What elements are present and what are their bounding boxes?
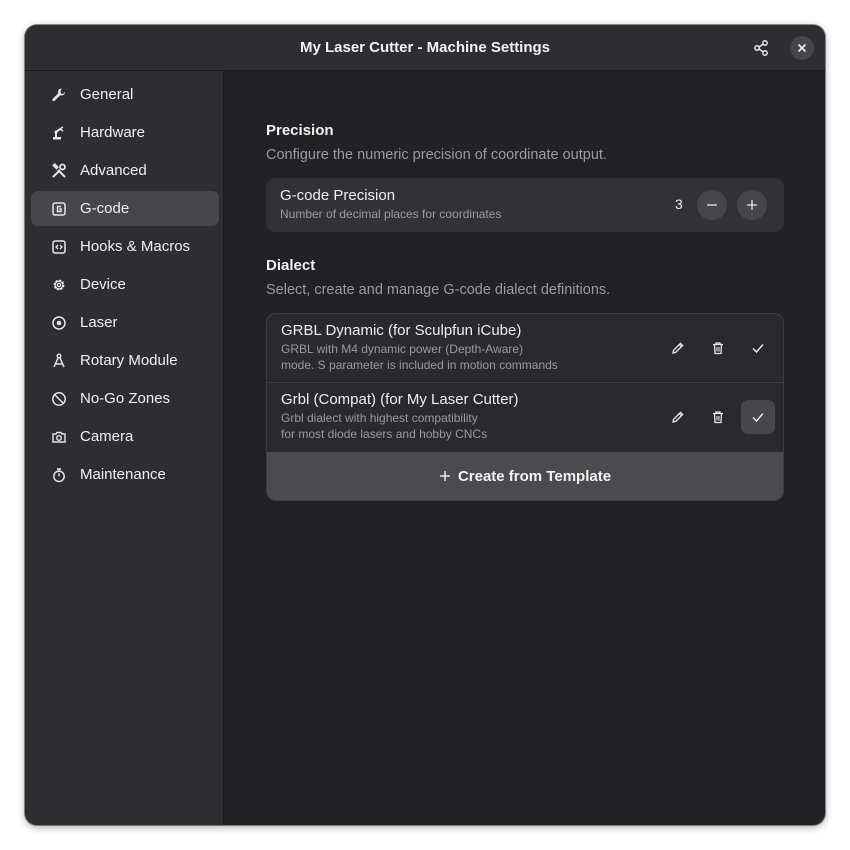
sidebar-item-label: Camera (80, 428, 134, 445)
camera-icon (51, 429, 67, 445)
gear-icon (51, 277, 67, 293)
g-box-icon (51, 201, 67, 217)
sidebar-item-hooks-macros[interactable]: Hooks & Macros (31, 229, 219, 264)
sidebar-item-maintenance[interactable]: Maintenance (31, 457, 219, 492)
dialect-name: GRBL Dynamic (for Sculpfun iCube) (281, 322, 522, 339)
dialect-list: GRBL Dynamic (for Sculpfun iCube) GRBL w… (266, 313, 784, 501)
sidebar-item-label: Hardware (80, 124, 146, 141)
share-icon (754, 40, 768, 56)
sidebar-item-no-go-zones[interactable]: No-Go Zones (31, 381, 219, 416)
settings-window: My Laser Cutter - Machine Settings Gener… (25, 25, 825, 825)
prohibited-icon (51, 391, 67, 407)
pencil-icon (672, 342, 684, 354)
precision-row: G-code Precision Number of decimal place… (266, 178, 784, 232)
robot-arm-icon (51, 125, 67, 141)
sidebar-item-laser[interactable]: Laser (31, 305, 219, 340)
sidebar-item-device[interactable]: Device (31, 267, 219, 302)
dialect-description: for most diode lasers and hobby CNCs (281, 427, 488, 441)
sidebar-item-general[interactable]: General (31, 77, 219, 112)
minus-icon (707, 204, 717, 206)
edit-button[interactable] (661, 331, 695, 365)
plus-icon (439, 471, 450, 481)
dialect-description: mode. S parameter is included in motion … (281, 358, 558, 372)
edit-button[interactable] (661, 400, 695, 434)
decrement-button[interactable] (697, 190, 727, 220)
delete-button[interactable] (701, 331, 735, 365)
precision-section-title: Precision (266, 122, 334, 139)
tools-icon (51, 162, 67, 179)
dialect-section-description: Select, create and manage G-code dialect… (266, 282, 611, 298)
precision-section-description: Configure the numeric precision of coord… (266, 147, 607, 163)
precision-row-title: G-code Precision (280, 187, 396, 204)
dialect-row[interactable]: GRBL Dynamic (for Sculpfun iCube) GRBL w… (267, 314, 783, 383)
wrench-icon (51, 87, 67, 103)
compass-icon (51, 353, 67, 369)
dialect-description: Grbl dialect with highest compatibility (281, 411, 478, 425)
title-bar: My Laser Cutter - Machine Settings (25, 25, 825, 71)
sidebar-item-hardware[interactable]: Hardware (31, 115, 219, 150)
sidebar-item-label: No-Go Zones (80, 390, 171, 407)
plus-icon (747, 200, 757, 210)
select-button-active[interactable] (741, 400, 775, 434)
increment-button[interactable] (737, 190, 767, 220)
stopwatch-icon (51, 467, 67, 483)
dialect-name: Grbl (Compat) (for My Laser Cutter) (281, 391, 519, 408)
sidebar-item-label: Rotary Module (80, 352, 178, 369)
sidebar: General Hardware Advanced G-code Hooks &… (25, 71, 224, 825)
sidebar-item-label: G-code (80, 200, 130, 217)
dialect-section-title: Dialect (266, 257, 316, 274)
code-box-icon (51, 239, 67, 255)
close-button[interactable] (790, 36, 814, 60)
sidebar-item-rotary-module[interactable]: Rotary Module (31, 343, 219, 378)
checkmark-icon (752, 344, 764, 354)
target-icon (51, 315, 67, 331)
share-button[interactable] (749, 36, 773, 60)
create-from-template-label: Create from Template (457, 467, 612, 485)
dialect-description: GRBL with M4 dynamic power (Depth-Aware) (281, 342, 524, 356)
delete-button[interactable] (701, 400, 735, 434)
sidebar-item-label: Hooks & Macros (80, 238, 191, 255)
sidebar-item-label: Maintenance (80, 466, 166, 483)
trash-icon (713, 342, 723, 355)
sidebar-item-label: General (80, 86, 134, 103)
precision-value: 3 (675, 196, 683, 212)
close-icon (797, 43, 807, 53)
pencil-icon (672, 411, 684, 423)
main-content: Precision Configure the numeric precisio… (225, 71, 825, 825)
sidebar-item-camera[interactable]: Camera (31, 419, 219, 454)
sidebar-item-advanced[interactable]: Advanced (31, 153, 219, 188)
trash-icon (713, 411, 723, 424)
precision-row-subtitle: Number of decimal places for coordinates (280, 207, 502, 221)
sidebar-item-gcode[interactable]: G-code (31, 191, 219, 226)
dialect-row[interactable]: Grbl (Compat) (for My Laser Cutter) Grbl… (267, 383, 783, 452)
sidebar-item-label: Laser (80, 314, 118, 331)
select-button[interactable] (741, 331, 775, 365)
sidebar-item-label: Device (80, 276, 126, 293)
create-from-template-button[interactable]: Create from Template (267, 452, 783, 500)
sidebar-item-label: Advanced (80, 162, 147, 179)
window-title: My Laser Cutter - Machine Settings (299, 39, 551, 56)
checkmark-icon (752, 413, 764, 423)
